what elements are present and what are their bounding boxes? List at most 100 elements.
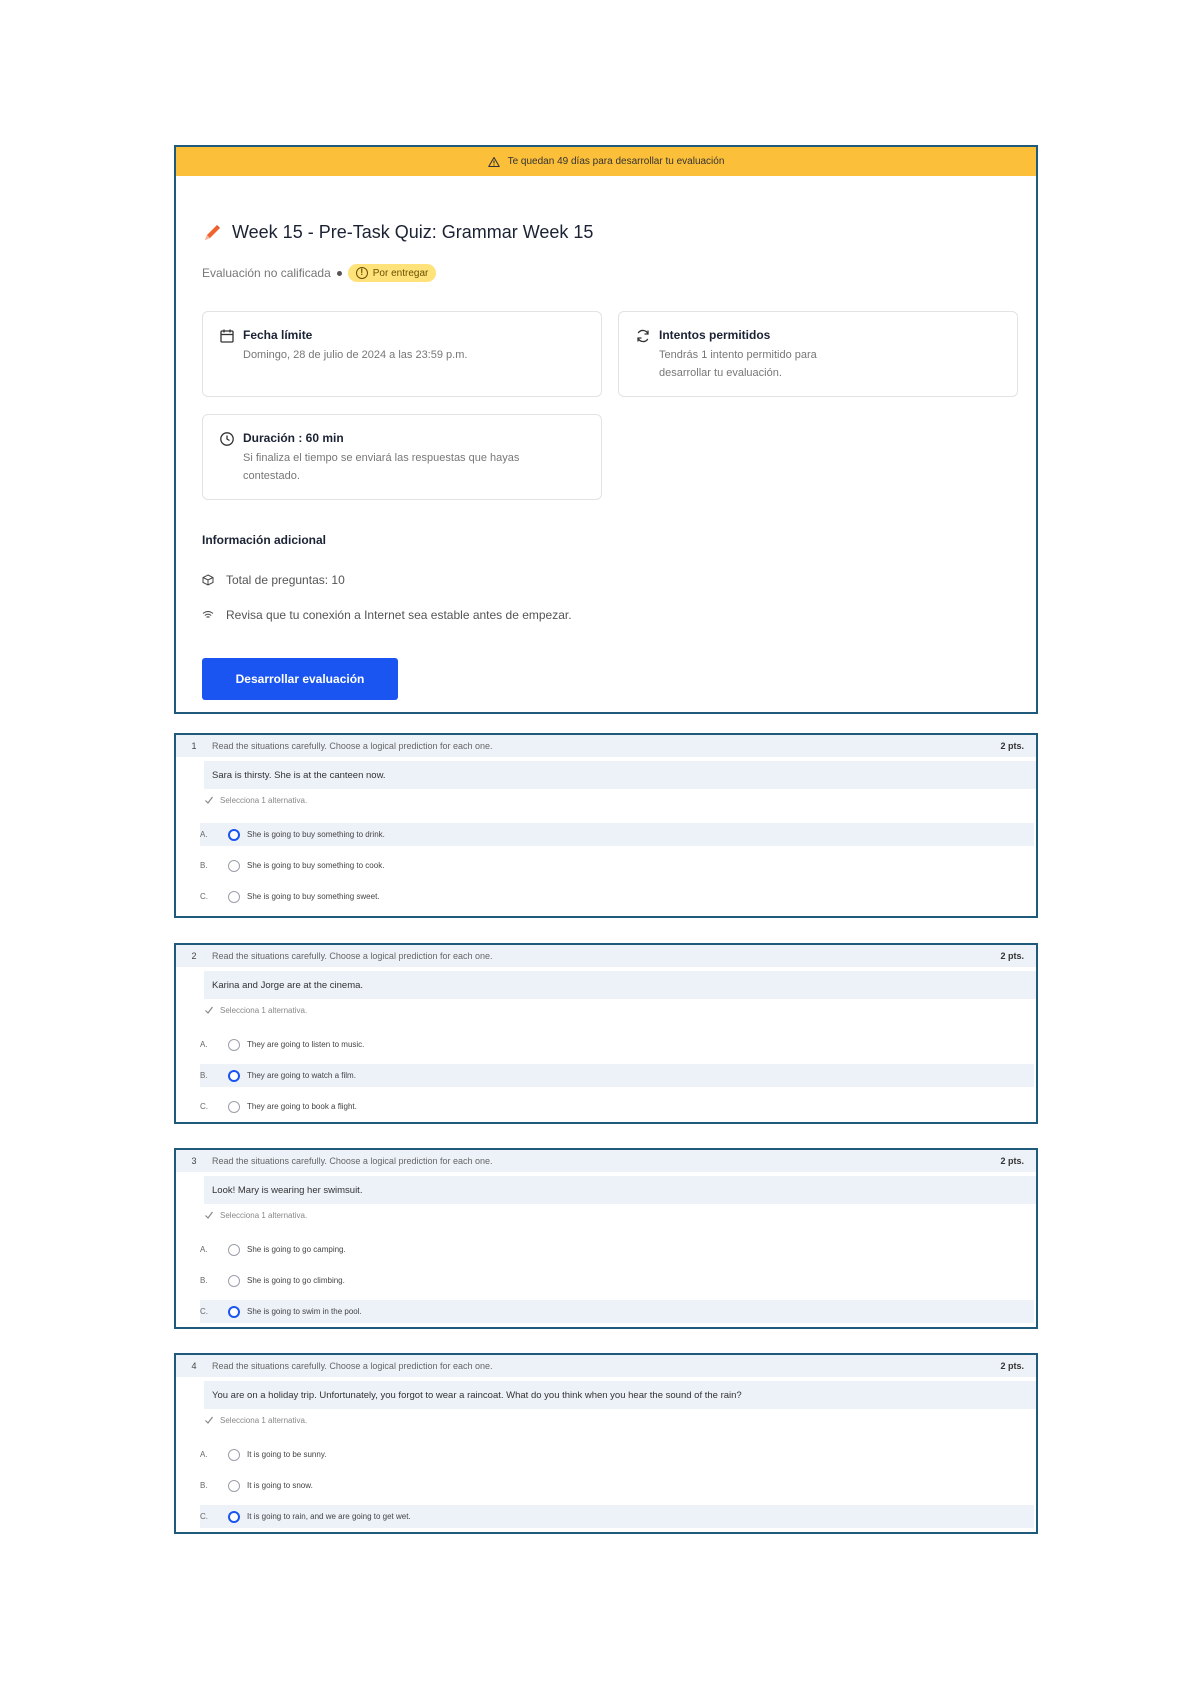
check-icon: [205, 1211, 213, 1219]
warning-icon: [487, 156, 500, 167]
answer-option[interactable]: B. She is going to buy something to cook.: [200, 854, 1034, 877]
separator-dot: [336, 270, 342, 276]
question-card: 4 Read the situations carefully. Choose a…: [174, 1353, 1038, 1534]
option-text: They are going to listen to music.: [247, 1040, 365, 1049]
option-letter: A.: [200, 1245, 208, 1254]
question-header: 1 Read the situations carefully. Choose a…: [176, 735, 1036, 757]
selection-hint: Selecciona 1 alternativa.: [204, 1005, 307, 1015]
option-letter: C.: [200, 1102, 208, 1111]
radio-button[interactable]: [228, 1510, 240, 1523]
banner-text: Te quedan 49 días para desarrollar tu ev…: [507, 156, 725, 167]
duration-card: Duración : 60 min Si finaliza el tiempo …: [202, 414, 602, 500]
option-letter: B.: [200, 1071, 208, 1080]
question-instruction: Read the situations carefully. Choose a …: [212, 1361, 493, 1371]
pencil-icon: [205, 224, 220, 240]
option-letter: C.: [200, 892, 208, 901]
duration-title: Duración : 60 min: [243, 431, 344, 445]
radio-button[interactable]: [228, 1479, 240, 1492]
selection-hint: Selecciona 1 alternativa.: [204, 795, 307, 805]
radio-button[interactable]: [228, 828, 240, 841]
check-icon: [205, 796, 213, 804]
question-header: 4 Read the situations carefully. Choose a…: [176, 1355, 1036, 1377]
info-icon: !: [355, 267, 368, 279]
question-number: 3: [191, 1156, 197, 1166]
radio-button[interactable]: [228, 1274, 240, 1287]
option-letter: B.: [200, 861, 208, 870]
question-card: 1 Read the situations carefully. Choose a…: [174, 733, 1038, 918]
quiz-type-label: Evaluación no calificada: [202, 266, 331, 280]
status-badge: ! Por entregar: [347, 264, 437, 282]
radio-button[interactable]: [228, 859, 240, 872]
answer-option[interactable]: A. She is going to go camping.: [200, 1238, 1034, 1261]
start-evaluation-button[interactable]: Desarrollar evaluación: [202, 658, 398, 700]
answer-option[interactable]: B. It is going to snow.: [200, 1474, 1034, 1497]
question-points: 2 pts.: [1000, 1361, 1024, 1371]
quiz-intro-panel: Te quedan 49 días para desarrollar tu ev…: [174, 145, 1038, 714]
radio-button[interactable]: [228, 1038, 240, 1051]
radio-button[interactable]: [228, 1100, 240, 1113]
question-instruction: Read the situations carefully. Choose a …: [212, 951, 493, 961]
radio-button[interactable]: [228, 1243, 240, 1256]
question-prompt: Karina and Jorge are at the cinema.: [204, 971, 1036, 999]
option-letter: A.: [200, 1040, 208, 1049]
option-text: She is going to go camping.: [247, 1245, 346, 1254]
option-letter: A.: [200, 1450, 208, 1459]
option-letter: B.: [200, 1481, 208, 1490]
question-instruction: Read the situations carefully. Choose a …: [212, 741, 493, 751]
selection-hint-text: Selecciona 1 alternativa.: [220, 1005, 308, 1015]
status-badge-label: Por entregar: [372, 267, 429, 279]
selection-hint-text: Selecciona 1 alternativa.: [220, 795, 308, 805]
answer-option[interactable]: A. It is going to be sunny.: [200, 1443, 1034, 1466]
answer-option[interactable]: C. They are going to book a flight.: [200, 1095, 1034, 1118]
question-card: 3 Read the situations carefully. Choose a…: [174, 1148, 1038, 1329]
answer-option[interactable]: B. She is going to go climbing.: [200, 1269, 1034, 1292]
question-number: 4: [191, 1361, 197, 1371]
option-text: She is going to go climbing.: [247, 1276, 345, 1285]
radio-button[interactable]: [228, 1305, 240, 1318]
option-text: It is going to be sunny.: [247, 1450, 327, 1459]
page-title: Week 15 - Pre-Task Quiz: Grammar Week 15: [232, 222, 594, 242]
connection-tip-text: Revisa que tu conexión a Internet sea es…: [226, 608, 572, 622]
answer-option[interactable]: B. They are going to watch a film.: [200, 1064, 1034, 1087]
attempts-desc: Tendrás 1 intento permitido para desarro…: [659, 349, 817, 379]
question-points: 2 pts.: [1000, 741, 1024, 751]
clock-icon: [220, 432, 234, 446]
selection-hint-text: Selecciona 1 alternativa.: [220, 1415, 308, 1425]
option-letter: C.: [200, 1307, 208, 1316]
attempts-title: Intentos permitidos: [659, 328, 771, 342]
question-header: 2 Read the situations carefully. Choose a…: [176, 945, 1036, 967]
check-icon: [205, 1006, 213, 1014]
option-text: She is going to buy something to cook.: [247, 861, 385, 870]
total-questions-item: Total de preguntas: 10: [202, 573, 345, 587]
refresh-icon: [637, 329, 649, 343]
calendar-icon: [220, 329, 234, 343]
radio-button[interactable]: [228, 1069, 240, 1082]
answer-option[interactable]: A. She is going to buy something to drink…: [200, 823, 1034, 846]
question-points: 2 pts.: [1000, 951, 1024, 961]
question-number: 1: [191, 741, 197, 751]
radio-button[interactable]: [228, 1448, 240, 1461]
question-header: 3 Read the situations carefully. Choose a…: [176, 1150, 1036, 1172]
radio-button[interactable]: [228, 890, 240, 903]
option-letter: C.: [200, 1512, 208, 1521]
additional-info-title: Información adicional: [202, 533, 327, 547]
answer-option[interactable]: C. She is going to swim in the pool.: [200, 1300, 1034, 1323]
quiz-meta-row: Evaluación no calificada ! Por entregar: [202, 264, 437, 282]
connection-tip-item: Revisa que tu conexión a Internet sea es…: [202, 608, 572, 622]
question-prompt: Look! Mary is wearing her swimsuit.: [204, 1176, 1036, 1204]
option-letter: B.: [200, 1276, 208, 1285]
answer-option[interactable]: C. She is going to buy something sweet.: [200, 885, 1034, 908]
selection-hint: Selecciona 1 alternativa.: [204, 1415, 307, 1425]
deadline-desc: Domingo, 28 de julio de 2024 a las 23:59…: [243, 349, 468, 361]
question-prompt: Sara is thirsty. She is at the canteen n…: [204, 761, 1036, 789]
option-letter: A.: [200, 830, 208, 839]
quiz-title-row: Week 15 - Pre-Task Quiz: Grammar Week 15: [202, 222, 593, 243]
total-questions-text: Total de preguntas: 10: [226, 573, 345, 587]
deadline-title: Fecha límite: [243, 328, 313, 342]
attempts-card: Intentos permitidos Tendrás 1 intento pe…: [618, 311, 1018, 397]
duration-desc: Si finaliza el tiempo se enviará las res…: [243, 452, 520, 482]
answer-option[interactable]: C. It is going to rain, and we are going …: [200, 1505, 1034, 1528]
option-text: It is going to rain, and we are going to…: [247, 1512, 411, 1521]
answer-option[interactable]: A. They are going to listen to music.: [200, 1033, 1034, 1056]
cube-icon: [202, 574, 214, 586]
